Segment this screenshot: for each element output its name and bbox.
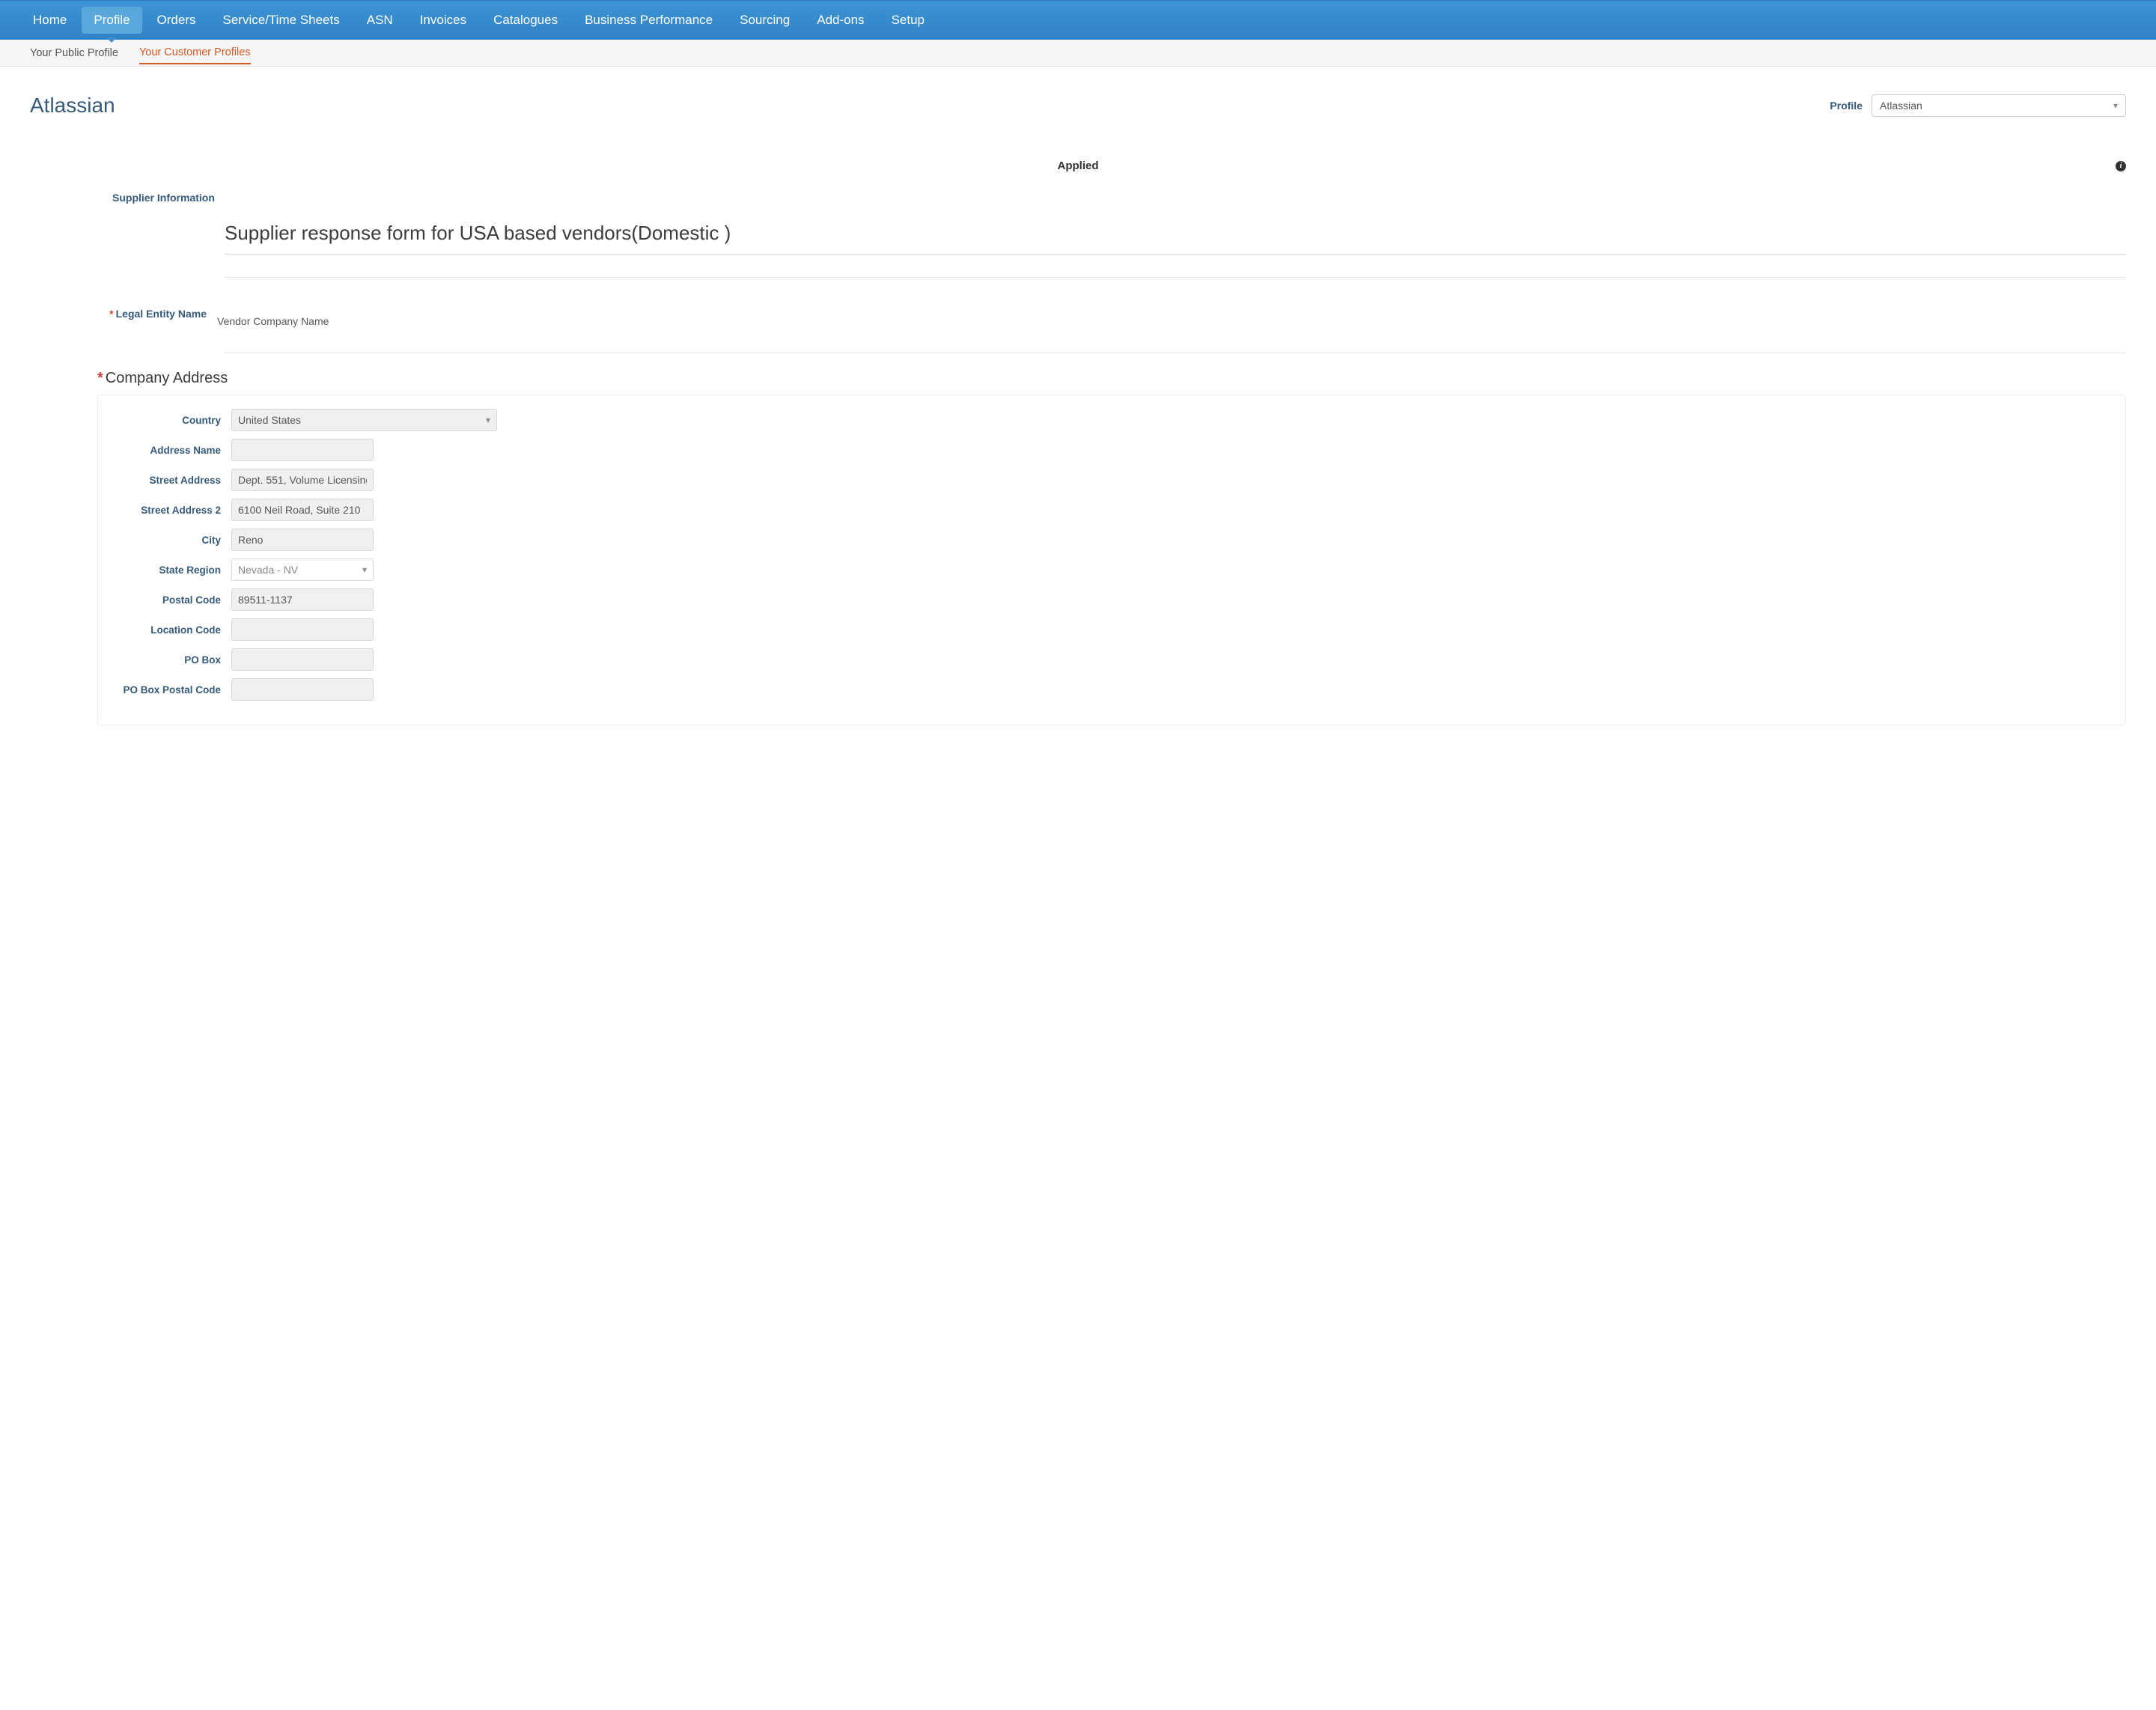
street-address-row: Street Address [112, 469, 2112, 491]
nav-profile[interactable]: Profile [82, 7, 141, 34]
company-address-heading: *Company Address [97, 370, 2126, 387]
address-name-label: Address Name [112, 445, 231, 456]
nav-service-time-sheets[interactable]: Service/Time Sheets [211, 7, 352, 34]
nav-sourcing[interactable]: Sourcing [728, 7, 802, 34]
info-icon[interactable]: i [2116, 161, 2126, 171]
city-label: City [112, 535, 231, 546]
profile-selector-label: Profile [1830, 100, 1863, 112]
nav-invoices[interactable]: Invoices [408, 7, 478, 34]
nav-orders[interactable]: Orders [145, 7, 208, 34]
po-box-row: PO Box [112, 648, 2112, 671]
street-address-input[interactable] [231, 469, 374, 491]
top-nav: Home Profile Orders Service/Time Sheets … [0, 0, 2156, 40]
state-region-row: State Region Nevada - NV ▾ [112, 559, 2112, 581]
nav-asn[interactable]: ASN [355, 7, 405, 34]
street-address-2-row: Street Address 2 [112, 499, 2112, 521]
sub-nav: Your Public Profile Your Customer Profil… [0, 40, 2156, 67]
po-box-input[interactable] [231, 648, 374, 671]
country-row: Country United States ▾ [112, 409, 2112, 431]
supplier-form-title: Supplier response form for USA based ven… [225, 222, 2126, 255]
location-code-input[interactable] [231, 618, 374, 641]
subnav-public-profile[interactable]: Your Public Profile [30, 43, 118, 64]
chevron-down-icon: ▾ [486, 415, 490, 425]
country-value: United States [238, 414, 301, 426]
city-input[interactable] [231, 529, 374, 551]
postal-code-row: Postal Code [112, 588, 2112, 611]
page-title: Atlassian [30, 94, 115, 118]
legal-entity-row: *Legal Entity Name Vendor Company Name [30, 300, 2126, 327]
postal-code-label: Postal Code [112, 594, 231, 606]
chevron-down-icon: ▾ [2113, 100, 2118, 111]
supplier-information-heading: Supplier Information [112, 192, 2126, 204]
page-header: Atlassian Profile Atlassian ▾ [0, 67, 2156, 125]
city-row: City [112, 529, 2112, 551]
profile-select-value: Atlassian [1880, 100, 1922, 112]
po-box-postal-label: PO Box Postal Code [112, 684, 231, 696]
applied-row: Applied i [30, 159, 2126, 172]
legal-entity-value: Vendor Company Name [217, 300, 2126, 327]
po-box-label: PO Box [112, 654, 231, 666]
nav-home[interactable]: Home [21, 7, 79, 34]
po-box-postal-row: PO Box Postal Code [112, 678, 2112, 701]
nav-catalogues[interactable]: Catalogues [481, 7, 570, 34]
state-region-select[interactable]: Nevada - NV ▾ [231, 559, 374, 581]
nav-business-performance[interactable]: Business Performance [573, 7, 725, 34]
po-box-postal-input[interactable] [231, 678, 374, 701]
company-address-box: Country United States ▾ Address Name Str… [97, 395, 2126, 725]
street-address-label: Street Address [112, 475, 231, 486]
nav-setup[interactable]: Setup [880, 7, 937, 34]
location-code-row: Location Code [112, 618, 2112, 641]
divider [225, 277, 2126, 278]
profile-select[interactable]: Atlassian ▾ [1872, 94, 2126, 117]
content: Applied i Supplier Information Supplier … [0, 125, 2156, 770]
country-label: Country [112, 415, 231, 426]
street-address-2-input[interactable] [231, 499, 374, 521]
address-name-row: Address Name [112, 439, 2112, 461]
chevron-down-icon: ▾ [362, 565, 367, 575]
postal-code-input[interactable] [231, 588, 374, 611]
applied-label: Applied [1058, 159, 1099, 172]
state-region-label: State Region [112, 565, 231, 576]
nav-add-ons[interactable]: Add-ons [805, 7, 876, 34]
state-region-value: Nevada - NV [238, 564, 298, 576]
country-select[interactable]: United States ▾ [231, 409, 497, 431]
street-address-2-label: Street Address 2 [112, 505, 231, 516]
subnav-customer-profiles[interactable]: Your Customer Profiles [139, 42, 251, 64]
address-name-input[interactable] [231, 439, 374, 461]
legal-entity-label: *Legal Entity Name [30, 308, 217, 320]
profile-selector: Profile Atlassian ▾ [1830, 94, 2126, 117]
location-code-label: Location Code [112, 624, 231, 636]
